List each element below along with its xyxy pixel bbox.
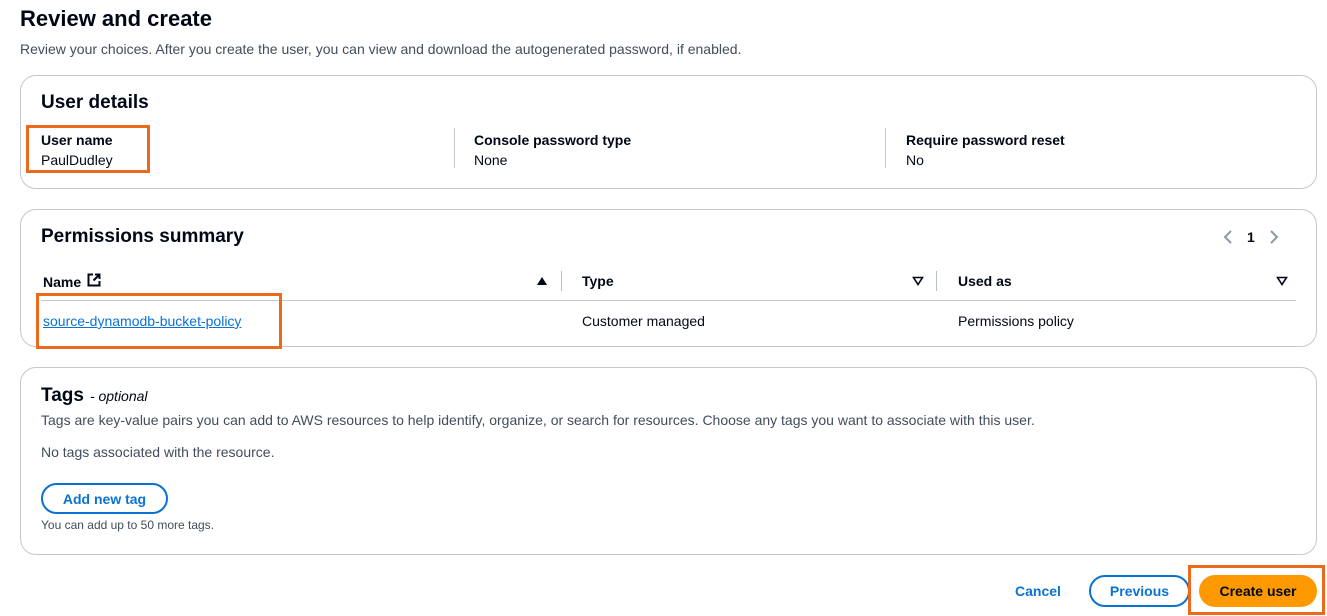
column-divider[interactable] — [561, 271, 562, 291]
tags-heading: Tags - optional — [41, 385, 148, 407]
tags-description: Tags are key-value pairs you can add to … — [41, 412, 1035, 428]
tags-hint: You can add up to 50 more tags. — [41, 518, 215, 532]
user-details-card — [20, 75, 1317, 189]
permissions-summary-title: Permissions summary — [41, 226, 244, 247]
tags-empty-text: No tags associated with the resource. — [41, 444, 275, 460]
previous-page-icon[interactable] — [1223, 229, 1233, 245]
column-divider[interactable] — [936, 271, 937, 291]
console-password-type-label: Console password type — [474, 132, 632, 148]
column-header-type-label: Type — [582, 273, 614, 289]
table-cell-type: Customer managed — [582, 313, 705, 329]
column-header-name[interactable]: Name — [43, 273, 101, 290]
require-password-reset-value: No — [906, 152, 924, 168]
table-cell-used-as: Permissions policy — [958, 313, 1074, 329]
require-password-reset-label: Require password reset — [906, 132, 1065, 148]
table-header-divider — [41, 300, 1296, 301]
sort-icon[interactable] — [1276, 276, 1288, 289]
pagination: 1 — [1223, 229, 1279, 245]
user-name-field: User name PaulDudley — [41, 130, 113, 170]
column-header-used-as[interactable]: Used as — [958, 273, 1012, 289]
tags-title: Tags — [41, 385, 84, 406]
sort-ascending-icon[interactable] — [536, 276, 548, 289]
previous-button[interactable]: Previous — [1089, 575, 1190, 607]
column-header-name-label: Name — [43, 273, 82, 290]
create-user-button[interactable]: Create user — [1199, 575, 1317, 607]
user-name-label: User name — [41, 132, 113, 148]
cancel-button[interactable]: Cancel — [1003, 576, 1073, 606]
next-page-icon[interactable] — [1269, 229, 1279, 245]
tags-card — [20, 367, 1317, 555]
console-password-type-value: None — [474, 152, 508, 168]
require-password-reset-field: Require password reset No — [906, 130, 1065, 170]
policy-link[interactable]: source-dynamodb-bucket-policy — [43, 313, 241, 329]
kv-divider — [454, 128, 455, 168]
page-title: Review and create — [20, 6, 212, 31]
column-header-used-as-label: Used as — [958, 273, 1012, 289]
user-name-value: PaulDudley — [41, 152, 113, 168]
page-number[interactable]: 1 — [1247, 229, 1255, 245]
page-description: Review your choices. After you create th… — [20, 41, 742, 57]
table-cell-name[interactable]: source-dynamodb-bucket-policy — [43, 313, 241, 329]
column-header-type[interactable]: Type — [582, 273, 614, 289]
user-details-title: User details — [41, 92, 149, 113]
kv-divider — [885, 128, 886, 168]
tags-optional: - optional — [89, 388, 148, 404]
console-password-type-field: Console password type None — [474, 130, 631, 170]
external-link-icon — [87, 273, 101, 290]
add-new-tag-button[interactable]: Add new tag — [41, 483, 168, 514]
sort-icon[interactable] — [912, 276, 924, 289]
